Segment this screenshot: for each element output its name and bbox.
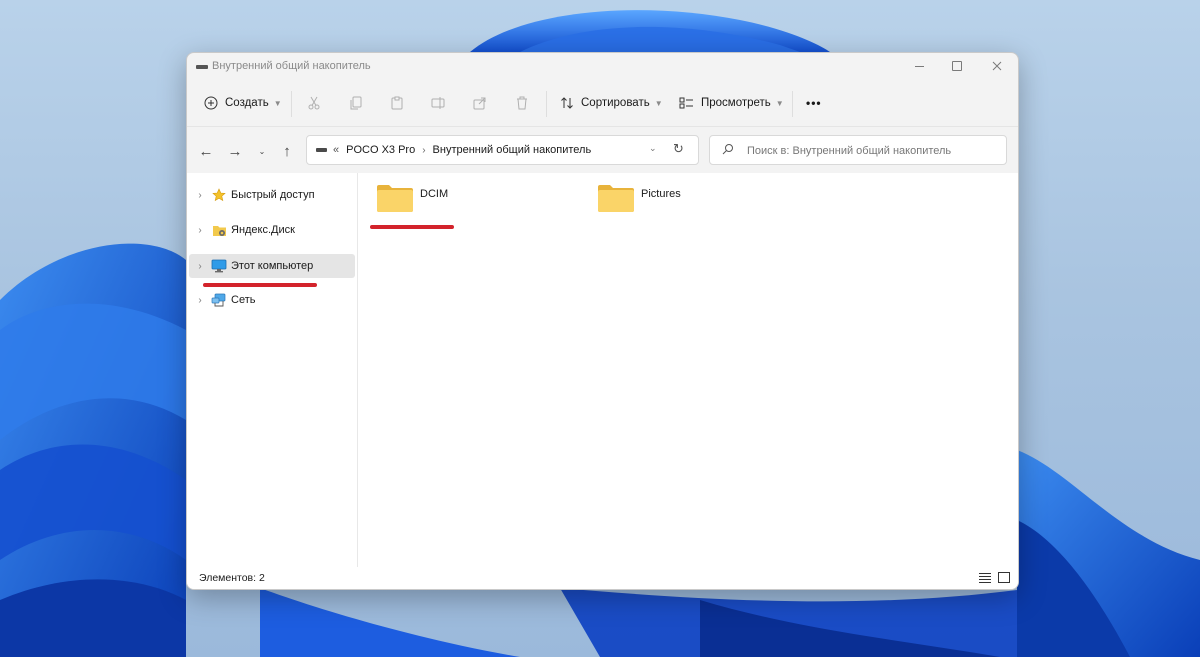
arrow-right-icon: → [227, 142, 243, 160]
network-icon [211, 292, 227, 308]
address-bar[interactable]: « POCO X3 Pro › Внутренний общий накопит… [306, 135, 699, 165]
folder-icon [598, 185, 634, 212]
search-box[interactable] [709, 135, 1007, 165]
scissors-icon [308, 96, 320, 110]
details-view-button[interactable] [979, 572, 993, 584]
expand-chevron-icon[interactable]: › [189, 261, 211, 272]
plus-circle-icon [204, 96, 218, 110]
refresh-icon[interactable]: ↻ [673, 141, 684, 157]
delete-button[interactable] [515, 91, 529, 115]
folder-item-pictures[interactable]: Pictures [597, 179, 681, 219]
share-icon [473, 97, 486, 110]
cut-button[interactable] [307, 91, 321, 115]
computer-icon [211, 258, 227, 274]
folder-icon [377, 185, 413, 212]
search-input[interactable] [745, 141, 999, 161]
folder-name: DCIM [420, 188, 449, 200]
address-row: ← → ⌄ ↑ « POCO X3 Pro › Внутренний общий… [187, 126, 1018, 173]
folder-name: Pictures [641, 188, 681, 200]
explorer-body: › Быстрый доступ › Яндекс.Диск › Этот ко… [187, 173, 1018, 567]
close-icon [992, 61, 1002, 71]
folder-item-dcim[interactable]: DCIM [376, 179, 448, 219]
breadcrumb-overflow[interactable]: « [333, 144, 339, 156]
create-label: Создать [225, 97, 269, 109]
yandex-disk-icon [211, 222, 227, 238]
large-icons-view-icon [998, 572, 1010, 583]
breadcrumb-device[interactable]: POCO X3 Pro [346, 144, 415, 156]
paste-icon [391, 96, 403, 110]
toolbar-divider [792, 91, 793, 117]
sidebar-item-this-pc[interactable]: › Этот компьютер [189, 254, 355, 278]
sidebar-item-label: Сеть [231, 294, 256, 306]
file-list: DCIM Pictures [358, 173, 1018, 567]
expand-chevron-icon[interactable]: › [189, 295, 211, 306]
search-icon [722, 144, 733, 155]
sidebar-item-quick-access[interactable]: › Быстрый доступ [189, 183, 355, 207]
minimize-button[interactable] [900, 53, 938, 79]
toolbar-divider [291, 91, 292, 117]
window-title: Внутренний общий накопитель [212, 60, 371, 72]
items-count: Элементов: 2 [199, 572, 265, 584]
toolbar-divider [546, 91, 547, 117]
file-explorer-window: Внутренний общий накопитель Создать ▼ Со… [186, 52, 1019, 590]
sidebar-item-yandex-disk[interactable]: › Яндекс.Диск [189, 218, 355, 242]
up-button[interactable]: ↑ [276, 141, 298, 161]
sort-label: Сортировать [581, 97, 650, 109]
trash-icon [517, 96, 527, 110]
view-button[interactable]: Просмотреть ▼ [679, 91, 784, 115]
this-pc-highlight-underline [203, 283, 317, 287]
maximize-icon [952, 61, 962, 71]
status-bar: Элементов: 2 [187, 567, 1018, 589]
close-button[interactable] [978, 53, 1016, 79]
expand-chevron-icon[interactable]: › [189, 225, 211, 236]
arrow-left-icon: ← [198, 142, 214, 160]
sidebar-item-network[interactable]: › Сеть [189, 288, 355, 312]
rename-button[interactable] [431, 91, 445, 115]
paste-button[interactable] [390, 91, 404, 115]
create-button[interactable]: Создать ▼ [204, 91, 282, 115]
drive-icon [316, 148, 327, 152]
sort-button[interactable]: Сортировать ▼ [560, 91, 663, 115]
star-icon [211, 187, 227, 203]
copy-icon [350, 96, 362, 110]
sidebar-item-label: Яндекс.Диск [231, 224, 295, 236]
breadcrumb-separator-icon: › [422, 144, 426, 156]
navigation-pane: › Быстрый доступ › Яндекс.Диск › Этот ко… [187, 173, 358, 567]
sidebar-item-label: Этот компьютер [231, 260, 314, 272]
chevron-down-icon: ⌄ [258, 146, 266, 156]
recent-locations-button[interactable]: ⌄ [251, 141, 273, 161]
arrow-up-icon: ↑ [283, 142, 291, 160]
maximize-button[interactable] [938, 53, 976, 79]
more-icon: ••• [806, 96, 822, 110]
view-layout-icon [679, 97, 693, 109]
sidebar-item-label: Быстрый доступ [231, 189, 315, 201]
title-bar[interactable]: Внутренний общий накопитель [187, 53, 1018, 81]
details-view-icon [979, 573, 991, 583]
forward-button[interactable]: → [224, 141, 246, 161]
breadcrumb-storage[interactable]: Внутренний общий накопитель [433, 144, 592, 156]
dcim-highlight-underline [370, 225, 454, 229]
copy-button[interactable] [349, 91, 363, 115]
chevron-down-icon: ▼ [775, 98, 784, 108]
sort-icon [561, 97, 573, 109]
address-history-chevron-icon[interactable]: ⌄ [649, 143, 657, 154]
large-icons-view-button[interactable] [998, 572, 1012, 584]
rename-icon [431, 97, 445, 109]
back-button[interactable]: ← [195, 141, 217, 161]
share-button[interactable] [473, 91, 487, 115]
view-label: Просмотреть [701, 97, 771, 109]
minimize-icon [914, 65, 924, 67]
drive-icon [196, 65, 208, 69]
more-options-button[interactable]: ••• [806, 91, 822, 115]
chevron-down-icon: ▼ [654, 98, 663, 108]
command-bar: Создать ▼ Сортировать ▼ Просмотреть ▼ ••… [187, 81, 1018, 125]
chevron-down-icon: ▼ [273, 98, 282, 108]
expand-chevron-icon[interactable]: › [189, 190, 211, 201]
